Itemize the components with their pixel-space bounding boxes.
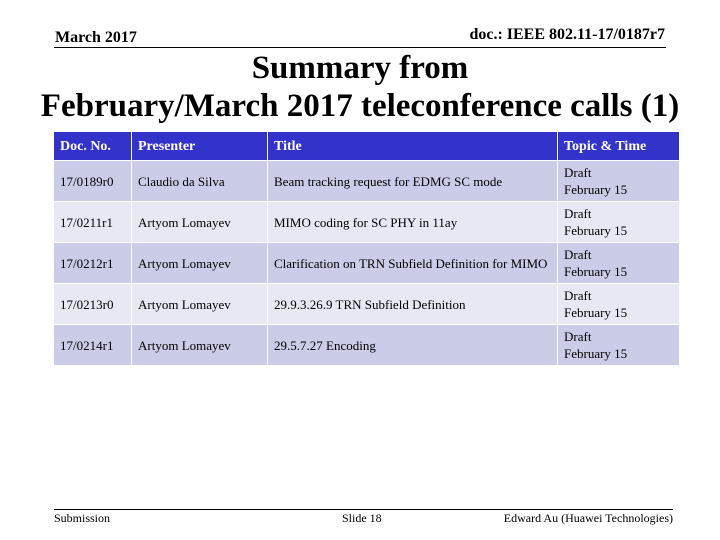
- cell-presenter: Artyom Lomayev: [131, 324, 268, 366]
- footer-slide-number: Slide 18: [342, 511, 382, 525]
- footer-divider: [54, 509, 673, 510]
- cell-presenter: Claudio da Silva: [131, 160, 268, 202]
- footer-submission: Submission: [54, 511, 111, 525]
- cell-topic: Draft: [564, 247, 592, 262]
- cell-topic-time: Draft February 15: [557, 201, 680, 243]
- cell-doc-no: 17/0212r1: [53, 242, 132, 284]
- cell-presenter: Artyom Lomayev: [131, 242, 268, 284]
- cell-doc-no: 17/0214r1: [53, 324, 132, 366]
- cell-topic: Draft: [564, 165, 592, 180]
- slide-title: Summary from February/March 2017 telecon…: [0, 49, 720, 125]
- table-row: 17/0212r1 Artyom Lomayev Clarification o…: [53, 242, 680, 284]
- cell-topic: Draft: [564, 329, 592, 344]
- cell-topic-time: Draft February 15: [557, 242, 680, 284]
- table-row: 17/0211r1 Artyom Lomayev MIMO coding for…: [53, 201, 680, 243]
- table-header-row: Doc. No. Presenter Title Topic & Time: [53, 131, 680, 161]
- column-header-title: Title: [267, 131, 558, 161]
- cell-title: 29.5.7.27 Encoding: [267, 324, 558, 366]
- cell-time: February 15: [564, 182, 628, 197]
- table-row: 17/0214r1 Artyom Lomayev 29.5.7.27 Encod…: [53, 324, 680, 366]
- column-header-doc-no: Doc. No.: [53, 131, 132, 161]
- slide-title-line-1: Summary from: [251, 50, 469, 86]
- cell-doc-no: 17/0189r0: [53, 160, 132, 202]
- header-divider: [54, 47, 666, 48]
- table-row: 17/0189r0 Claudio da Silva Beam tracking…: [53, 160, 680, 202]
- slide-title-line-2: February/March 2017 teleconference calls…: [40, 88, 680, 124]
- cell-topic-time: Draft February 15: [557, 283, 680, 325]
- summary-table: Doc. No. Presenter Title Topic & Time 17…: [53, 131, 680, 366]
- cell-time: February 15: [564, 223, 628, 238]
- cell-title: Beam tracking request for EDMG SC mode: [267, 160, 558, 202]
- cell-title: 29.9.3.26.9 TRN Subfield Definition: [267, 283, 558, 325]
- cell-presenter: Artyom Lomayev: [131, 283, 268, 325]
- table-row: 17/0213r0 Artyom Lomayev 29.9.3.26.9 TRN…: [53, 283, 680, 325]
- cell-doc-no: 17/0213r0: [53, 283, 132, 325]
- cell-time: February 15: [564, 305, 628, 320]
- header-date: March 2017: [55, 29, 137, 46]
- column-header-topic-time: Topic & Time: [557, 131, 680, 161]
- cell-time: February 15: [564, 264, 628, 279]
- cell-doc-no: 17/0211r1: [53, 201, 132, 243]
- cell-topic-time: Draft February 15: [557, 324, 680, 366]
- cell-topic-time: Draft February 15: [557, 160, 680, 202]
- column-header-presenter: Presenter: [131, 131, 268, 161]
- cell-title: Clarification on TRN Subfield Definition…: [267, 242, 558, 284]
- cell-topic: Draft: [564, 288, 592, 303]
- cell-topic: Draft: [564, 206, 592, 221]
- cell-time: February 15: [564, 346, 628, 361]
- header-doc-id: doc.: IEEE 802.11-17/0187r7: [469, 26, 665, 43]
- footer-author: Edward Au (Huawei Technologies): [503, 511, 673, 525]
- cell-presenter: Artyom Lomayev: [131, 201, 268, 243]
- cell-title: MIMO coding for SC PHY in 11ay: [267, 201, 558, 243]
